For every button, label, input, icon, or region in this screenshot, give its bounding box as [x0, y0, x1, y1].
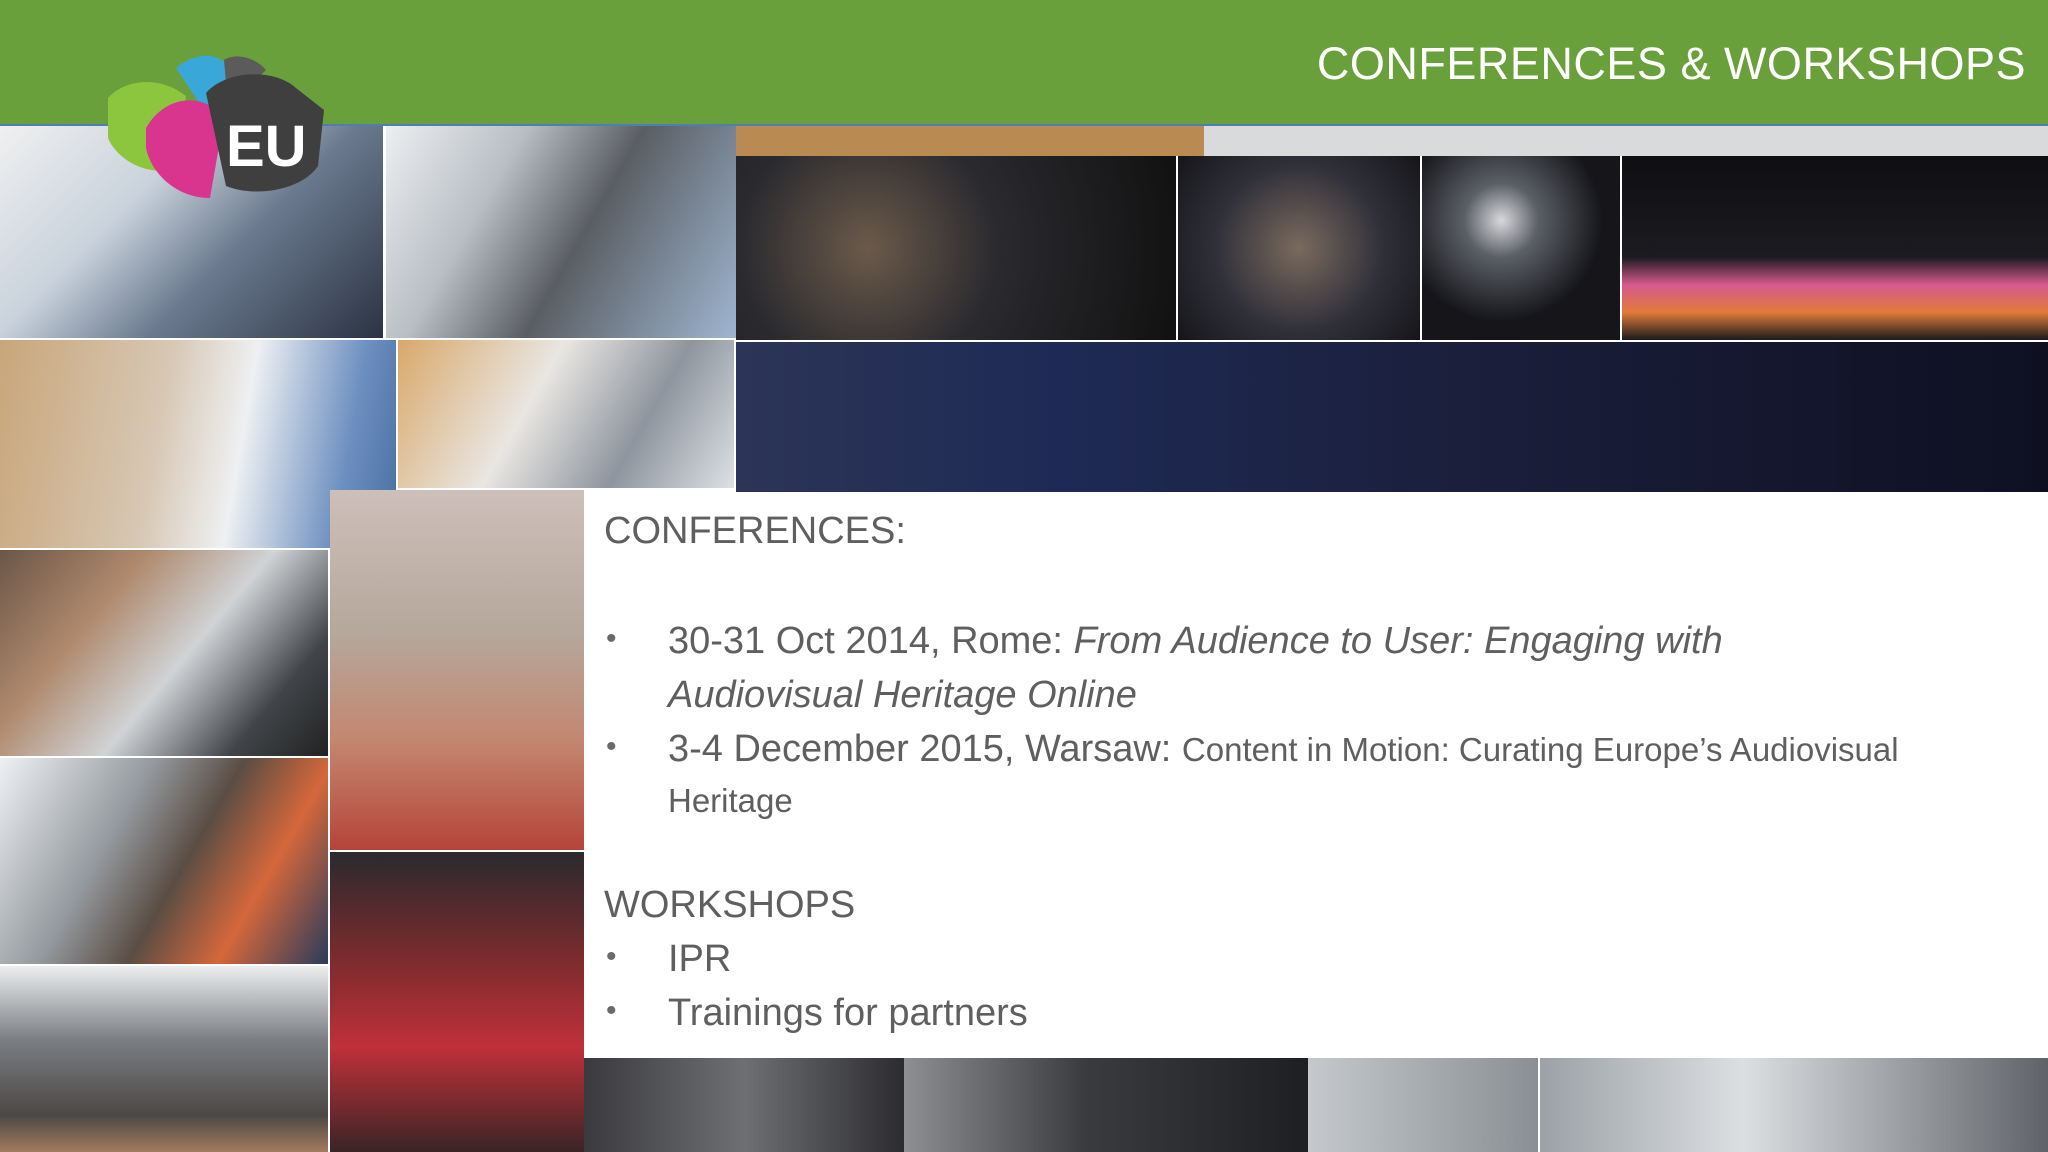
conference-2-title: Content in Motion: Curating Europe’s Aud… [1181, 731, 1899, 768]
collage-photo-red-seats [330, 852, 584, 1152]
conference-item-1: 30-31 Oct 2014, Rome: From Audience to U… [668, 614, 2038, 668]
collage-photo-audience [1178, 156, 1420, 340]
slide-title: CONFERENCES & WORKSHOPS [1316, 38, 2026, 89]
content-panel: CONFERENCES: • 30-31 Oct 2014, Rome: Fro… [584, 494, 2048, 1058]
collage-photo-stage [1622, 156, 2048, 340]
collage-photo-drawing [330, 490, 584, 850]
collage-photo-bottom [584, 1058, 904, 1152]
workshop-item-ipr: IPR [668, 938, 732, 980]
eu-logo: EU [106, 48, 338, 204]
collage-photo-bottom [1308, 1058, 1538, 1152]
workshops-heading: WORKSHOPS [604, 884, 856, 926]
conference-1-title-cont: Audiovisual Heritage Online [668, 674, 1137, 716]
collage-photo-laptop [398, 340, 734, 488]
conference-2-title-cont: Heritage [668, 782, 793, 819]
bullet-icon: • [606, 940, 617, 973]
conference-1-title: From Audience to User: Engaging with [1073, 620, 1723, 662]
collage-photo-group [0, 758, 328, 964]
collage-photo-bottom [1540, 1058, 2048, 1152]
collage-photo-presenter [1422, 156, 1620, 340]
collage-photo-strip [1204, 126, 2048, 156]
collage-photo-bottom [904, 1058, 1308, 1152]
conference-1-lead: 30-31 Oct 2014, Rome: [668, 620, 1074, 662]
collage-photo-discussion [0, 550, 328, 756]
conferences-heading: CONFERENCES: [604, 510, 906, 552]
eu-logo-icon: EU [108, 55, 324, 198]
logo-text: EU [226, 114, 307, 179]
conference-item-2: 3-4 December 2015, Warsaw: Content in Mo… [668, 722, 2038, 777]
collage-photo-strip [736, 126, 1204, 156]
collage-photo-participant [386, 126, 736, 338]
bullet-icon: • [606, 622, 617, 655]
workshop-item-trainings: Trainings for partners [668, 992, 1028, 1034]
conference-2-lead: 3-4 December 2015, Warsaw: [668, 728, 1182, 770]
collage-photo-auditorium [736, 342, 2048, 492]
collage-photo-audience [736, 156, 1176, 340]
bullet-icon: • [606, 994, 617, 1027]
bullet-icon: • [606, 730, 617, 763]
collage-photo-classroom [0, 966, 328, 1152]
